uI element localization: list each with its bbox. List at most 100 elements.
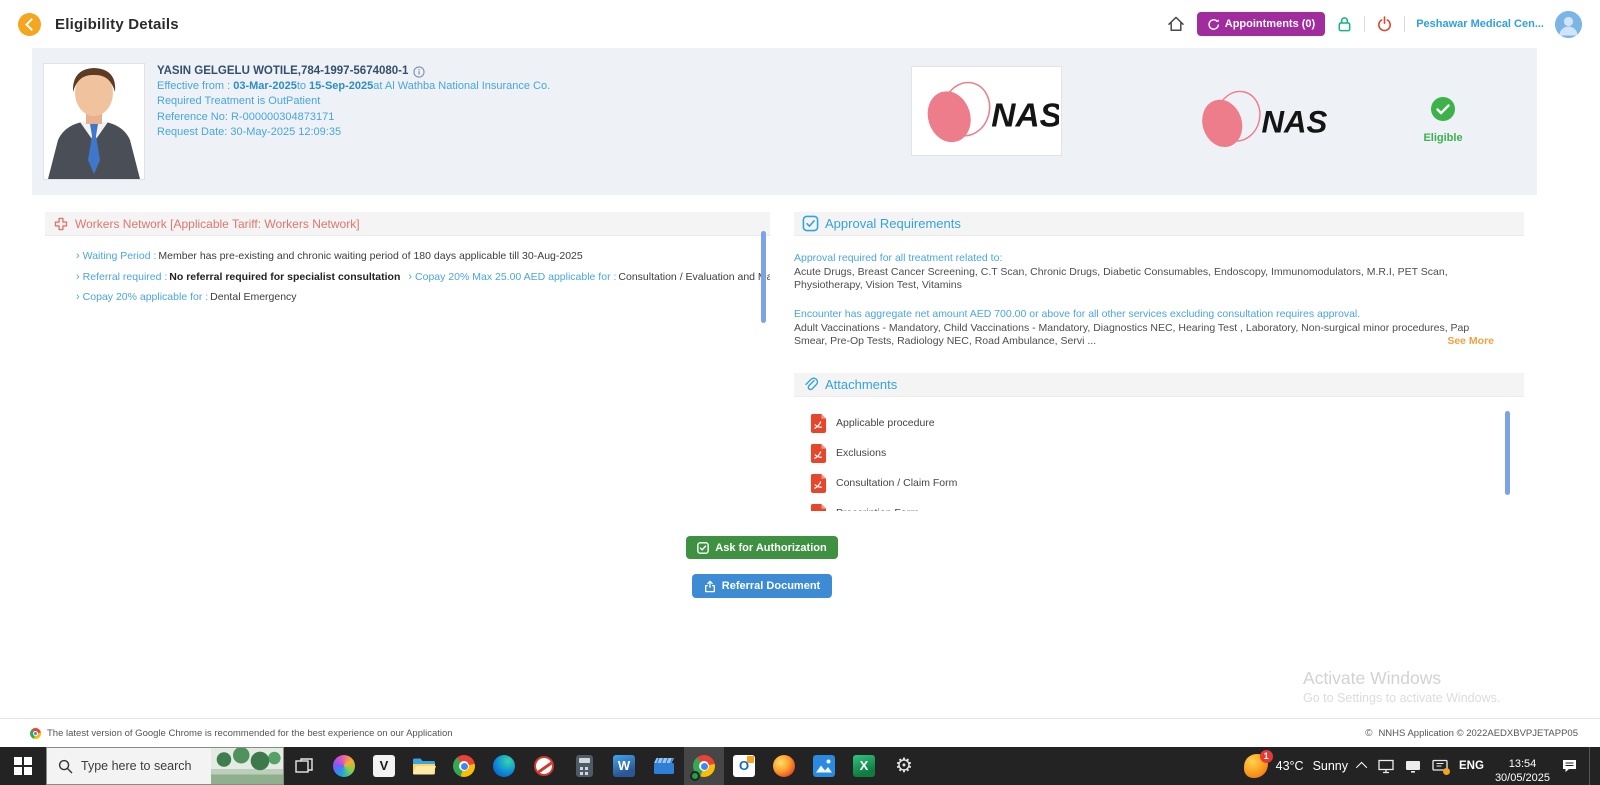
attachments-section-title: Attachments bbox=[825, 377, 898, 392]
treatment-line: Required Treatment is OutPatient bbox=[157, 95, 321, 108]
taskbar-chrome-active-icon[interactable] bbox=[684, 747, 724, 785]
taskbar-search[interactable] bbox=[46, 747, 284, 785]
start-button[interactable] bbox=[0, 747, 46, 785]
check-circle-icon bbox=[1431, 97, 1455, 121]
update-tray-icon[interactable] bbox=[1432, 759, 1451, 775]
taskbar-v-player-icon[interactable]: V bbox=[364, 747, 404, 785]
approval-group: Encounter has aggregate net amount AED 7… bbox=[794, 308, 1524, 348]
tray-expand-icon[interactable] bbox=[1355, 761, 1368, 774]
taskbar-firefox-icon[interactable] bbox=[764, 747, 804, 785]
taskbar-edge-icon[interactable] bbox=[484, 747, 524, 785]
pdf-file-icon bbox=[810, 413, 827, 433]
divider bbox=[1364, 16, 1366, 32]
attachment-item[interactable]: Exclusions bbox=[810, 438, 1524, 468]
weather-condition: Sunny bbox=[1312, 759, 1349, 773]
approval-group-heading: Encounter has aggregate net amount AED 7… bbox=[794, 308, 1361, 320]
network-section-header: Workers Network [Applicable Tariff: Work… bbox=[45, 212, 770, 236]
language-indicator[interactable]: ENG bbox=[1459, 760, 1484, 772]
taskbar-outlook-icon[interactable]: O bbox=[724, 747, 764, 785]
vm-tray-icon[interactable] bbox=[1378, 759, 1394, 774]
insurer-logo-text: NAS bbox=[1261, 104, 1327, 139]
weather-temp: 43°C bbox=[1275, 759, 1304, 773]
medical-cross-icon bbox=[53, 216, 69, 232]
referral-document-button[interactable]: Referral Document bbox=[691, 574, 833, 598]
taskbar-settings-icon[interactable]: ⚙ bbox=[884, 747, 924, 785]
attachments-list: Applicable procedure Exclusions Consultati… bbox=[794, 397, 1524, 511]
network-section-title: Workers Network [Applicable Tariff: Work… bbox=[75, 216, 360, 231]
search-input[interactable] bbox=[81, 759, 211, 773]
approval-section-header: Approval Requirements bbox=[794, 212, 1524, 236]
taskbar-copilot-icon[interactable] bbox=[324, 747, 364, 785]
weather-widget[interactable]: 1 43°C Sunny bbox=[1243, 750, 1349, 778]
patient-name-line: YASIN GELGELU WOTILE,784-1997-5674080-1 bbox=[157, 64, 550, 79]
action-center-icon[interactable] bbox=[1561, 758, 1578, 774]
chevron-right-icon: › bbox=[408, 270, 413, 283]
benefit-label: Copay 20% applicable for : bbox=[82, 291, 209, 303]
attachment-label: Consultation / Claim Form bbox=[836, 477, 958, 489]
network-benefit-row: › Waiting Period : Member has pre-existing… bbox=[76, 250, 770, 262]
info-icon[interactable] bbox=[413, 65, 426, 78]
share-upload-icon bbox=[704, 580, 716, 593]
pdf-file-icon bbox=[810, 503, 827, 511]
weather-icon: 1 bbox=[1243, 750, 1273, 778]
user-avatar[interactable] bbox=[1555, 10, 1582, 38]
search-icon bbox=[58, 759, 73, 774]
attachment-item[interactable]: Prescription Form bbox=[810, 498, 1524, 511]
taskbar-file-explorer-icon[interactable] bbox=[404, 747, 444, 785]
taskbar-excel-icon[interactable]: X bbox=[844, 747, 884, 785]
benefit-value: Dental Emergency bbox=[210, 291, 297, 303]
checkbox-icon bbox=[697, 541, 710, 554]
approval-requirements-body: Approval required for all treatment rela… bbox=[794, 252, 1524, 348]
patient-name: YASIN GELGELU WOTILE,784-1997-5674080-1 bbox=[157, 65, 409, 77]
taskbar-media-cutter-icon[interactable] bbox=[524, 747, 564, 785]
benefit-value: No referral required for specialist cons… bbox=[169, 270, 401, 283]
benefit-label: Referral required : bbox=[82, 270, 168, 283]
back-button[interactable] bbox=[18, 12, 41, 36]
facility-name-link[interactable]: Peshawar Medical Cen... bbox=[1416, 18, 1544, 30]
appointments-button[interactable]: Appointments (0) bbox=[1196, 12, 1326, 36]
attachment-label: Applicable procedure bbox=[836, 417, 935, 429]
taskbar-chrome-icon[interactable] bbox=[444, 747, 484, 785]
clock-date: 30/05/2025 bbox=[1494, 772, 1550, 784]
weather-badge: 1 bbox=[1259, 750, 1273, 763]
referral-document-label: Referral Document bbox=[721, 580, 821, 592]
approval-group-body: Adult Vaccinations - Mandatory, Child Va… bbox=[794, 322, 1470, 347]
benefit-label: Waiting Period : bbox=[82, 250, 157, 262]
power-icon[interactable] bbox=[1376, 15, 1393, 33]
patient-photo bbox=[43, 63, 145, 180]
benefit-value: Consultation / Evaluation and Management… bbox=[618, 270, 770, 283]
see-more-link[interactable]: See More bbox=[1447, 335, 1494, 348]
network-benefit-row: › Copay 20% applicable for : Dental Emerge… bbox=[76, 291, 770, 303]
taskbar-word-icon[interactable]: W bbox=[604, 747, 644, 785]
approval-group-body: Acute Drugs, Breast Cancer Screening, C.… bbox=[794, 266, 1448, 291]
home-icon[interactable] bbox=[1166, 14, 1186, 34]
show-desktop-button[interactable] bbox=[1589, 747, 1594, 785]
taskbar-calculator-icon[interactable] bbox=[564, 747, 604, 785]
footer-notice: The latest version of Google Chrome is r… bbox=[47, 727, 453, 739]
ask-authorization-button[interactable]: Ask for Authorization bbox=[686, 536, 838, 559]
chrome-icon bbox=[30, 727, 41, 739]
taskbar-photos-icon[interactable] bbox=[804, 747, 844, 785]
lock-icon[interactable] bbox=[1336, 15, 1353, 33]
page-title: Eligibility Details bbox=[55, 15, 179, 33]
taskbar-task-view-icon[interactable] bbox=[284, 747, 324, 785]
search-highlight-image[interactable] bbox=[211, 748, 283, 784]
display-tray-icon[interactable] bbox=[1405, 759, 1421, 774]
appointments-label: Appointments (0) bbox=[1224, 18, 1316, 30]
attachments-scrollbar[interactable] bbox=[1505, 411, 1510, 495]
taskbar-video-editor-icon[interactable] bbox=[644, 747, 684, 785]
network-scrollbar[interactable] bbox=[761, 231, 766, 323]
insurer-logo: NAS bbox=[1178, 76, 1336, 160]
windows-logo-icon bbox=[14, 757, 32, 775]
pdf-file-icon bbox=[810, 443, 827, 463]
taskbar-clock[interactable]: 13:54 30/05/2025 bbox=[1495, 747, 1550, 785]
sync-icon bbox=[1207, 18, 1220, 31]
copyright-icon: © bbox=[1365, 727, 1373, 739]
approval-attachments-column: Approval Requirements Approval required … bbox=[794, 212, 1524, 511]
chevron-right-icon: › bbox=[76, 250, 80, 262]
activate-windows-watermark: Activate Windows Go to Settings to activ… bbox=[1303, 668, 1500, 705]
attachment-item[interactable]: Applicable procedure bbox=[810, 408, 1524, 438]
attachment-item[interactable]: Consultation / Claim Form bbox=[810, 468, 1524, 498]
watermark-line1: Activate Windows bbox=[1303, 668, 1442, 688]
ask-authorization-label: Ask for Authorization bbox=[715, 541, 827, 554]
